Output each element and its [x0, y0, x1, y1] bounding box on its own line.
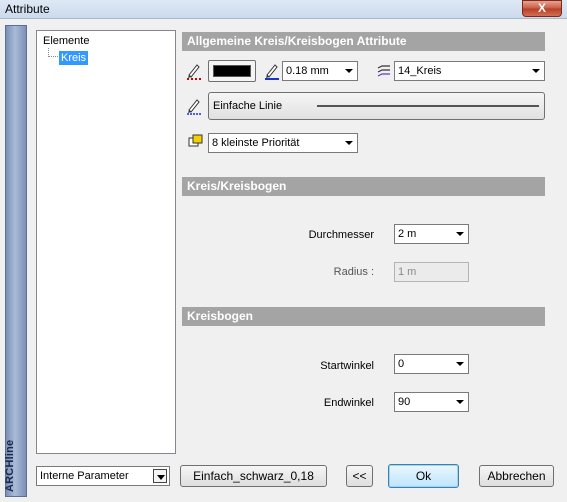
section-header-arc: Kreisbogen — [182, 307, 545, 326]
window-title: Attribute — [5, 2, 50, 16]
line-style-button[interactable]: Einfach_schwarz_0,18 — [180, 465, 327, 487]
close-button[interactable]: X — [522, 0, 562, 17]
chevron-down-icon — [456, 400, 464, 404]
section-header-general: Allgemeine Kreis/Kreisbogen Attribute — [182, 32, 545, 51]
end-angle-select[interactable]: 90 — [394, 392, 469, 412]
layer-select[interactable]: 14_Kreis — [394, 61, 545, 81]
chevron-down-icon — [345, 69, 353, 73]
layer-value: 14_Kreis — [398, 65, 442, 77]
priority-value: 8 kleinste Priorität — [212, 137, 300, 149]
chevron-down-icon — [345, 141, 353, 145]
title-bar[interactable] — [0, 0, 567, 19]
chevron-down-icon — [456, 232, 464, 236]
radius-field: 1 m — [394, 262, 469, 282]
priority-select[interactable]: 8 kleinste Priorität — [208, 133, 358, 153]
start-angle-label: Startwinkel — [320, 360, 374, 372]
radius-label: Radius : — [333, 266, 374, 278]
tree-connector — [48, 48, 58, 57]
line-type-preview — [317, 105, 539, 107]
end-angle-label: Endwinkel — [323, 397, 374, 409]
line-width-select[interactable]: 0.18 mm — [282, 61, 358, 81]
pen-color-button[interactable] — [208, 60, 256, 82]
chevron-down-icon — [532, 69, 540, 73]
diameter-label: Durchmesser — [308, 229, 374, 241]
pen-color-swatch — [213, 65, 251, 77]
element-tree[interactable]: Elemente Kreis — [36, 30, 176, 454]
brand-label: ARCHline — [4, 439, 16, 492]
layers-icon — [376, 63, 392, 79]
end-angle-value: 90 — [398, 396, 411, 408]
pen-width-icon — [264, 62, 280, 80]
priority-icon — [188, 134, 204, 150]
tree-item-kreis[interactable]: Kreis — [59, 51, 89, 65]
line-type-label: Einfache Linie — [213, 100, 283, 112]
start-angle-value: 0 — [398, 358, 405, 370]
chevron-down-icon — [456, 362, 464, 366]
line-type-icon — [186, 97, 202, 115]
cancel-button[interactable]: Abbrechen — [479, 465, 554, 487]
radius-value: 1 m — [398, 266, 417, 278]
chevron-down-icon — [157, 475, 165, 480]
line-type-button[interactable]: Einfache Linie — [208, 92, 545, 120]
ok-button[interactable]: Ok — [388, 464, 459, 488]
line-width-value: 0.18 mm — [286, 65, 329, 77]
section-header-circle: Kreis/Kreisbogen — [182, 177, 545, 196]
tree-root-item[interactable]: Elemente — [43, 35, 89, 47]
parameters-select[interactable]: Interne Parameter — [36, 466, 170, 486]
dropdown-button[interactable] — [153, 469, 167, 483]
start-angle-select[interactable]: 0 — [394, 354, 469, 374]
pen-color-icon — [186, 62, 202, 80]
back-button[interactable]: << — [346, 465, 373, 487]
diameter-select[interactable]: 2 m — [394, 224, 469, 244]
diameter-value: 2 m — [398, 228, 417, 240]
parameters-value: Interne Parameter — [40, 470, 129, 482]
